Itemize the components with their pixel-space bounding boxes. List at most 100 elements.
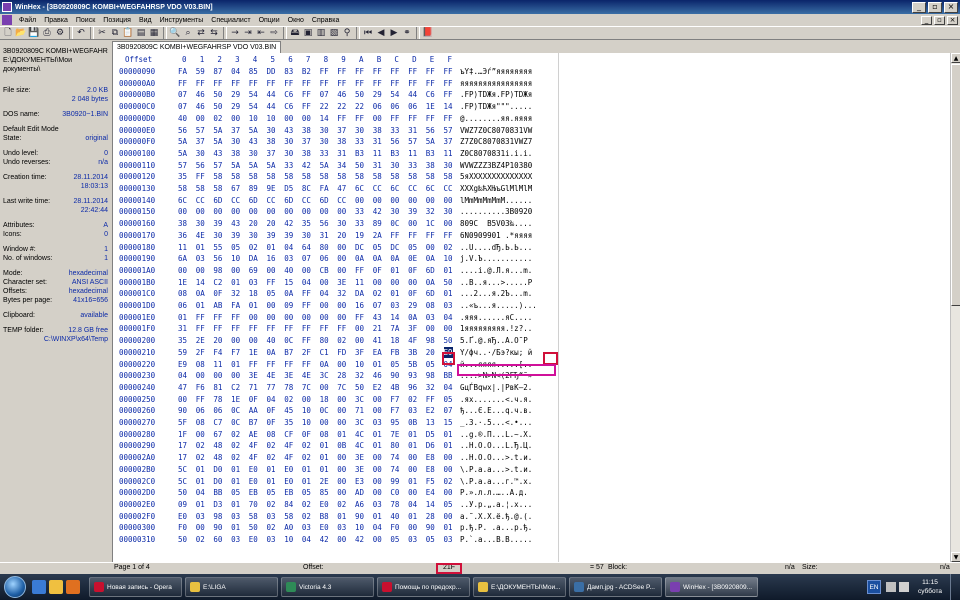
hex-byte[interactable]: FF: [426, 78, 435, 89]
title-bar[interactable]: WinHex - [3B0920809C KOMBI+WEGFAHRSP VDO…: [0, 0, 960, 14]
hex-byte[interactable]: 57: [213, 160, 222, 171]
hex-row[interactable]: 00000190 6A 03 56 10 DA 16 03 07 06 00 0A 0A 0A 0E 0A 10…: [113, 253, 559, 264]
hex-byte[interactable]: 00: [337, 394, 346, 405]
hex-byte[interactable]: E8: [426, 464, 435, 475]
hex-byte[interactable]: 0F: [408, 288, 417, 299]
scroll-down-icon[interactable]: ▼: [951, 552, 960, 562]
hex-byte[interactable]: 02: [302, 499, 311, 510]
hex-byte[interactable]: 30: [444, 206, 453, 217]
hex-byte[interactable]: 04: [373, 522, 382, 533]
hex-byte[interactable]: 55: [213, 242, 222, 253]
hex-row[interactable]: 000000B0 07 46 50 29 54 44 C6 FF 07 46 50 29 54 44 C6 FF…: [113, 89, 559, 100]
paste-write-icon[interactable]: ▤: [135, 27, 147, 39]
hex-byte[interactable]: FF: [196, 312, 205, 323]
hex-byte[interactable]: 6D: [213, 195, 222, 206]
hex-byte[interactable]: DC: [355, 242, 364, 253]
hex-byte[interactable]: 03: [444, 300, 453, 311]
hex-row[interactable]: 00000280 1F 00 67 02 AE 08 CF 0F 08 01 4C 01 7E 01 D5 01…: [113, 429, 559, 440]
hex-byte[interactable]: 1C: [426, 218, 435, 229]
menu-item[interactable]: Файл: [15, 17, 40, 24]
hex-byte[interactable]: 4F: [249, 440, 258, 451]
hex-byte[interactable]: 02: [267, 452, 276, 463]
hex-byte[interactable]: 43: [284, 125, 293, 136]
hex-byte[interactable]: DC: [390, 242, 399, 253]
hex-byte[interactable]: 02: [302, 511, 311, 522]
print-icon[interactable]: ⎙: [41, 27, 53, 39]
hex-byte[interactable]: 01: [267, 464, 276, 475]
hex-byte[interactable]: 05: [408, 242, 417, 253]
hex-byte[interactable]: 7A: [390, 323, 399, 334]
hex-byte[interactable]: DD: [267, 66, 276, 77]
hex-byte[interactable]: 32: [426, 206, 435, 217]
menu-item[interactable]: Вид: [135, 17, 156, 24]
hex-byte[interactable]: 38: [267, 136, 276, 147]
hex-byte[interactable]: 70: [249, 499, 258, 510]
hex-byte[interactable]: 58: [284, 171, 293, 182]
hex-byte[interactable]: 00: [337, 300, 346, 311]
hex-byte[interactable]: 93: [408, 370, 417, 381]
hex-byte[interactable]: 39: [267, 230, 276, 241]
hex-byte[interactable]: 0F: [408, 265, 417, 276]
ascii-text[interactable]: 5.Ґ.@.яЂ..A.O˜P: [460, 335, 528, 346]
hex-byte[interactable]: 01: [337, 511, 346, 522]
hex-byte[interactable]: 42: [355, 534, 364, 545]
hex-byte[interactable]: 84: [284, 499, 293, 510]
hex-byte[interactable]: 19: [355, 230, 364, 241]
ascii-text[interactable]: ..........3B0920: [460, 206, 532, 217]
hex-byte[interactable]: 00: [408, 195, 417, 206]
hex-byte[interactable]: 81: [213, 382, 222, 393]
hex-byte[interactable]: E0: [249, 534, 258, 545]
hex-byte[interactable]: 74: [390, 464, 399, 475]
hex-byte[interactable]: 50: [355, 382, 364, 393]
hex-byte[interactable]: FF: [267, 323, 276, 334]
hex-byte[interactable]: 77: [267, 382, 276, 393]
hex-byte[interactable]: 1E: [249, 347, 258, 358]
hex-byte[interactable]: 50: [444, 277, 453, 288]
hex-byte[interactable]: 09: [284, 300, 293, 311]
hex-byte[interactable]: 5A: [178, 148, 187, 159]
hex-byte[interactable]: FF: [320, 323, 329, 334]
hex-row[interactable]: 000001A0 00 00 98 00 69 00 40 00 CB 00 FF 0F 01 0F 6D 01…: [113, 265, 559, 276]
hex-byte[interactable]: 01: [444, 522, 453, 533]
hex-byte[interactable]: F4: [213, 347, 222, 358]
hex-byte[interactable]: 06: [196, 405, 205, 416]
hex-byte[interactable]: 01: [373, 359, 382, 370]
hex-byte[interactable]: 33: [355, 136, 364, 147]
hex-byte[interactable]: E3: [355, 476, 364, 487]
hex-byte[interactable]: 29: [231, 101, 240, 112]
properties-icon[interactable]: ⚙: [54, 27, 66, 39]
hex-byte[interactable]: 30: [213, 230, 222, 241]
hex-byte[interactable]: 3C: [355, 394, 364, 405]
hex-byte[interactable]: FF: [284, 78, 293, 89]
hex-byte[interactable]: 04: [444, 382, 453, 393]
hex-byte[interactable]: B7: [249, 417, 258, 428]
hex-byte[interactable]: E0: [284, 476, 293, 487]
hex-byte[interactable]: 5C: [178, 476, 187, 487]
hex-byte[interactable]: E0: [249, 464, 258, 475]
hex-byte[interactable]: 01: [302, 464, 311, 475]
hex-byte[interactable]: 00: [444, 464, 453, 475]
hex-byte[interactable]: 48: [213, 440, 222, 451]
hex-byte[interactable]: 43: [249, 136, 258, 147]
hex-byte[interactable]: 02: [231, 440, 240, 451]
hex-byte[interactable]: 58: [426, 171, 435, 182]
hex-byte[interactable]: 36: [178, 230, 187, 241]
hex-byte[interactable]: 01: [231, 499, 240, 510]
hex-byte[interactable]: 58: [213, 171, 222, 182]
hex-byte[interactable]: 5A: [178, 136, 187, 147]
hex-byte[interactable]: 33: [284, 160, 293, 171]
hex-byte[interactable]: 37: [302, 136, 311, 147]
hex-byte[interactable]: FF: [231, 78, 240, 89]
hex-byte[interactable]: 00: [320, 277, 329, 288]
hex-byte[interactable]: 35: [178, 171, 187, 182]
clock[interactable]: 11:15 суббота: [918, 578, 942, 596]
hex-byte[interactable]: 0F: [213, 288, 222, 299]
hex-byte[interactable]: 58: [196, 183, 205, 194]
hex-byte[interactable]: 02: [408, 394, 417, 405]
hash-icon[interactable]: ▧: [328, 27, 340, 39]
hex-row[interactable]: 000002B0 5C 01 D0 01 E0 01 E0 01 01 00 3E 00 74 00 E8 00…: [113, 464, 559, 475]
hex-byte[interactable]: CC: [408, 183, 417, 194]
hex-byte[interactable]: 04: [302, 534, 311, 545]
hex-byte[interactable]: 0F: [302, 429, 311, 440]
hex-byte[interactable]: 96: [408, 382, 417, 393]
